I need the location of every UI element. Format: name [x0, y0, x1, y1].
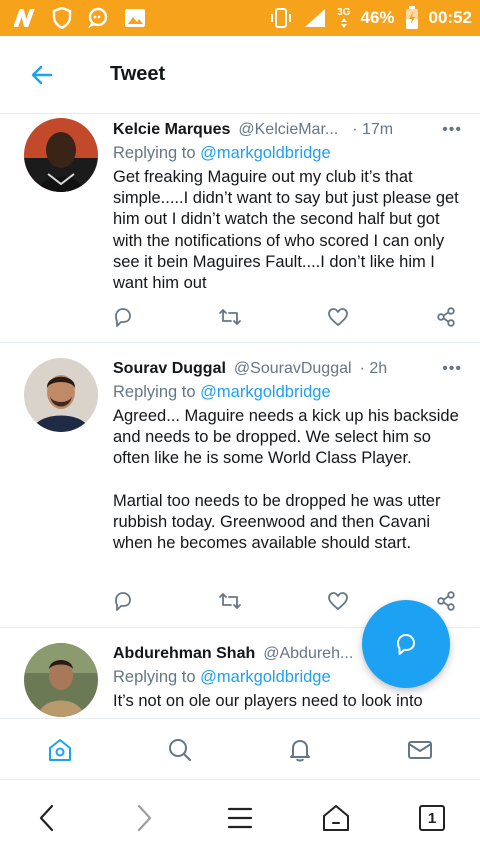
tweet-text: Agreed... Maguire needs a kick up his ba…	[113, 406, 462, 554]
replying-to-prefix: Replying to	[113, 668, 196, 686]
tweet-item[interactable]: Kelcie Marques @KelcieMar... · 17m ••• R…	[0, 114, 480, 343]
arrow-left-icon	[31, 65, 53, 84]
search-icon	[169, 739, 192, 762]
share-button[interactable]	[433, 589, 459, 613]
network-type-icon: 3G	[337, 6, 351, 29]
tweet-item[interactable]: Sourav Duggal @SouravDuggal · 2h ••• Rep…	[0, 343, 480, 628]
menu-icon	[227, 807, 253, 829]
like-button[interactable]	[325, 589, 351, 613]
retweet-icon	[219, 309, 241, 325]
author-name[interactable]: Kelcie Marques	[113, 121, 230, 139]
replying-to-link[interactable]: @markgoldbridge	[200, 144, 330, 162]
nav-messages[interactable]	[405, 735, 435, 765]
nav-search[interactable]	[165, 735, 195, 765]
browser-forward-button[interactable]	[128, 802, 160, 834]
clock: 00:52	[428, 8, 472, 27]
tweet-paragraph: Get freaking Maguire out my club it’s th…	[113, 168, 459, 293]
more-options-button[interactable]: •••	[442, 121, 462, 139]
heart-icon	[328, 592, 348, 610]
browser-home-button[interactable]	[320, 802, 352, 834]
home-icon	[49, 739, 71, 761]
author-name[interactable]: Sourav Duggal	[113, 360, 226, 378]
tweet-header: Tweet	[0, 36, 480, 114]
author-handle[interactable]: @Abdureh...	[263, 645, 353, 663]
share-icon	[437, 591, 455, 611]
tweet-paragraph: Martial too needs to be dropped he was u…	[113, 491, 441, 553]
battery-percent: 46%	[360, 8, 395, 27]
avatar[interactable]	[24, 118, 98, 192]
retweet-button[interactable]	[217, 305, 243, 329]
heart-icon	[328, 308, 348, 326]
browser-back-button[interactable]	[31, 802, 63, 834]
author-name[interactable]: Abdurehman Shah	[113, 645, 255, 663]
notifications-icon	[290, 740, 310, 762]
back-button[interactable]	[22, 55, 62, 95]
compose-reply-icon	[397, 634, 415, 655]
page-title: Tweet	[110, 63, 166, 85]
tweet-actions	[113, 305, 458, 329]
share-button[interactable]	[433, 305, 459, 329]
replying-to: Replying to @markgoldbridge	[113, 144, 462, 166]
bottom-navigation	[0, 718, 480, 780]
tweet-paragraph: It’s not on ole our players need to look…	[113, 692, 423, 710]
reply-icon	[115, 308, 131, 327]
chevron-right-icon	[137, 804, 152, 832]
chevron-left-icon	[39, 804, 54, 832]
reply-button[interactable]	[110, 305, 136, 329]
chat-bubble-icon	[86, 7, 110, 29]
shield-icon	[52, 7, 72, 29]
replying-to-prefix: Replying to	[113, 144, 196, 162]
more-options-button[interactable]: •••	[442, 360, 462, 378]
replying-to-link[interactable]: @markgoldbridge	[200, 383, 330, 401]
nav-home[interactable]	[45, 735, 75, 765]
tweet-text: It’s not on ole our players need to look…	[113, 691, 446, 712]
vibrate-icon	[269, 7, 293, 29]
avatar[interactable]	[24, 358, 98, 432]
replying-to-prefix: Replying to	[113, 383, 196, 401]
messages-icon	[408, 741, 432, 759]
browser-tabs-button[interactable]: 1	[416, 802, 448, 834]
tweet-paragraph: Agreed... Maguire needs a kick up his ba…	[113, 407, 459, 468]
reply-button[interactable]	[110, 589, 136, 613]
image-icon	[124, 8, 146, 28]
notification-n-icon	[14, 7, 38, 29]
tab-count: 1	[427, 809, 437, 827]
reply-icon	[115, 592, 131, 611]
browser-toolbar: 1	[0, 780, 480, 854]
home-outline-icon	[323, 805, 349, 831]
network-type-label: 3G	[337, 6, 351, 18]
tweet-time[interactable]: · 2h	[360, 360, 388, 378]
replying-to: Replying to @markgoldbridge	[113, 383, 462, 405]
avatar[interactable]	[24, 643, 98, 717]
like-button[interactable]	[325, 305, 351, 329]
nav-notifications[interactable]	[285, 735, 315, 765]
retweet-icon	[219, 593, 241, 609]
tweet-time[interactable]: · 17m	[352, 121, 393, 139]
author-handle[interactable]: @KelcieMar...	[238, 121, 338, 139]
share-icon	[437, 307, 455, 327]
replying-to-link[interactable]: @markgoldbridge	[200, 668, 330, 686]
signal-icon	[303, 7, 327, 29]
status-bar: 3G 46% 00:52	[0, 0, 480, 36]
author-handle[interactable]: @SouravDuggal	[234, 360, 352, 378]
compose-reply-button[interactable]	[362, 600, 450, 688]
retweet-button[interactable]	[217, 589, 243, 613]
browser-menu-button[interactable]	[224, 802, 256, 834]
tweet-text: Get freaking Maguire out my club it’s th…	[113, 167, 462, 294]
battery-icon	[405, 6, 419, 30]
